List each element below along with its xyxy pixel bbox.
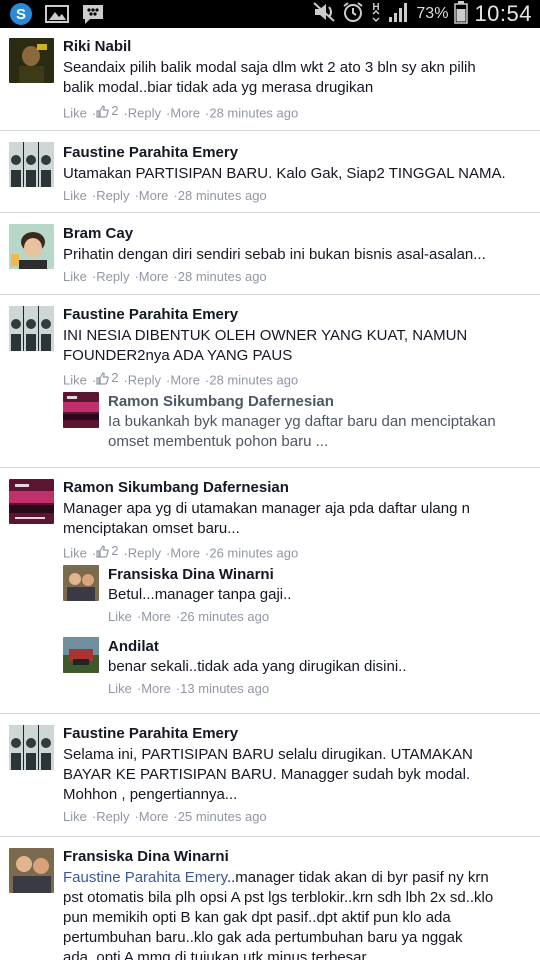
more-link[interactable]: More	[170, 546, 200, 561]
comment-author[interactable]: Faustine Parahita Emery	[63, 724, 533, 743]
svg-text:S: S	[16, 6, 26, 23]
comment-text: INI NESIA DIBENTUK OLEH OWNER YANG KUAT,…	[63, 327, 468, 364]
comment-actions: Like · 2 ·Reply ·More ·28 minutes ago	[63, 103, 299, 121]
reply-author[interactable]: Andilat	[108, 637, 533, 656]
avatar[interactable]	[9, 479, 54, 524]
alarm-icon	[342, 1, 364, 28]
reply-author[interactable]: Fransiska Dina Winarni	[108, 565, 533, 584]
reply-text: Betul...manager tanpa gaji..	[108, 586, 292, 603]
reply-actions: Like ·More ·26 minutes ago	[108, 609, 270, 624]
battery-percent: 73%	[416, 5, 449, 22]
comment-author[interactable]: Bram Cay	[63, 224, 533, 243]
skype-icon: S	[8, 2, 34, 26]
status-bar: S H 73% 10:54	[0, 0, 540, 28]
comment-actions: Like · 2 ·Reply ·More ·26 minutes ago	[63, 543, 299, 561]
signal-icon	[388, 1, 410, 28]
battery-icon	[454, 0, 469, 29]
like-link[interactable]: Like	[63, 546, 87, 561]
reply-link[interactable]: Reply	[128, 106, 161, 121]
gallery-icon	[44, 2, 70, 26]
comment-timestamp: 28 minutes ago	[177, 188, 267, 203]
comment: Bram Cay Prihatin dengan diri sendiri se…	[0, 213, 540, 295]
comment: Riki Nabil Seandaix pilih balik modal sa…	[0, 28, 540, 131]
reply-avatar[interactable]	[63, 637, 99, 673]
like-link[interactable]: Like	[108, 681, 132, 696]
comment-author[interactable]: Faustine Parahita Emery	[63, 305, 533, 324]
like-link[interactable]: Like	[63, 809, 87, 824]
thumbs-up-icon	[96, 371, 109, 385]
comment-text: Prihatin dengan diri sendiri sebab ini b…	[63, 246, 486, 263]
avatar[interactable]	[9, 848, 54, 893]
more-link[interactable]: More	[141, 681, 171, 696]
comment: Fransiska Dina Winarni Faustine Parahita…	[0, 837, 540, 960]
reply-avatar[interactable]	[63, 565, 99, 601]
reply-text: Ia bukankah byk manager yg daftar baru d…	[108, 413, 496, 450]
comment-timestamp: 28 minutes ago	[209, 372, 299, 388]
comment-feed[interactable]: Riki Nabil Seandaix pilih balik modal sa…	[0, 28, 540, 960]
reply-avatar[interactable]	[63, 392, 99, 428]
comment-author[interactable]: Fransiska Dina Winarni	[63, 847, 533, 866]
comment-text: Utamakan PARTISIPAN BARU. Kalo Gak, Siap…	[63, 165, 506, 182]
like-count[interactable]: 2	[96, 370, 118, 386]
avatar[interactable]	[9, 725, 54, 770]
reply-timestamp: 13 minutes ago	[180, 681, 270, 696]
avatar[interactable]	[9, 38, 54, 83]
reply-link[interactable]: Reply	[128, 373, 161, 388]
comment: Faustine Parahita Emery Utamakan PARTISI…	[0, 131, 540, 213]
like-link[interactable]: Like	[63, 373, 87, 388]
like-link[interactable]: Like	[63, 188, 87, 203]
like-count[interactable]: 2	[96, 543, 118, 559]
mute-icon	[312, 1, 336, 28]
thumbs-up-icon	[96, 104, 109, 118]
clock: 10:54	[474, 1, 532, 26]
thumbs-up-icon	[96, 544, 109, 558]
reply-link[interactable]: Reply	[96, 188, 129, 203]
comment: Faustine Parahita Emery INI NESIA DIBENT…	[0, 295, 540, 468]
comment-actions: Like ·Reply ·More ·25 minutes ago	[63, 809, 267, 824]
avatar[interactable]	[9, 306, 54, 351]
comment: Faustine Parahita Emery Selama ini, PART…	[0, 714, 540, 837]
reply-link[interactable]: Reply	[96, 809, 129, 824]
comment-actions: Like · 2 ·Reply ·More ·28 minutes ago	[63, 370, 299, 388]
comment: Ramon Sikumbang Dafernesian Manager apa …	[0, 468, 540, 714]
comment-actions: Like ·Reply ·More ·28 minutes ago	[63, 269, 267, 284]
like-link[interactable]: Like	[63, 269, 87, 284]
comment-author[interactable]: Riki Nabil	[63, 37, 533, 56]
comment-text: Seandaix pilih balik modal saja dlm wkt …	[63, 59, 476, 96]
mention-link[interactable]: Faustine Parahita Emery	[63, 869, 227, 886]
comment-text: Manager apa yg di utamakan manager aja p…	[63, 500, 470, 537]
comment-timestamp: 28 minutes ago	[177, 269, 267, 284]
avatar[interactable]	[9, 142, 54, 187]
reply-actions: Like ·More ·13 minutes ago	[108, 681, 270, 696]
more-link[interactable]: More	[170, 106, 200, 121]
reply-link[interactable]: Reply	[128, 546, 161, 561]
comment-author[interactable]: Faustine Parahita Emery	[63, 143, 533, 162]
comment-timestamp: 28 minutes ago	[209, 105, 299, 121]
more-link[interactable]: More	[139, 809, 169, 824]
like-count[interactable]: 2	[96, 103, 118, 119]
comment-timestamp: 26 minutes ago	[209, 545, 299, 561]
reply-timestamp: 26 minutes ago	[180, 609, 270, 624]
reply-author[interactable]: Ramon Sikumbang Dafernesian	[108, 392, 533, 411]
like-link[interactable]: Like	[63, 106, 87, 121]
comment-text: Faustine Parahita Emery..manager tidak a…	[63, 869, 494, 960]
comment-author[interactable]: Ramon Sikumbang Dafernesian	[63, 478, 533, 497]
like-link[interactable]: Like	[108, 609, 132, 624]
more-link[interactable]: More	[139, 188, 169, 203]
comment-actions: Like ·Reply ·More ·28 minutes ago	[63, 188, 267, 203]
reply-text: benar sekali..tidak ada yang dirugikan d…	[108, 658, 407, 675]
network-hsdpa-icon: H	[370, 0, 382, 29]
comment-timestamp: 25 minutes ago	[177, 809, 267, 824]
more-link[interactable]: More	[141, 609, 171, 624]
comment-text: Selama ini, PARTISIPAN BARU selalu dirug…	[63, 746, 473, 803]
bbm-icon	[80, 2, 106, 26]
more-link[interactable]: More	[139, 269, 169, 284]
reply-link[interactable]: Reply	[96, 269, 129, 284]
avatar[interactable]	[9, 224, 54, 269]
more-link[interactable]: More	[170, 373, 200, 388]
